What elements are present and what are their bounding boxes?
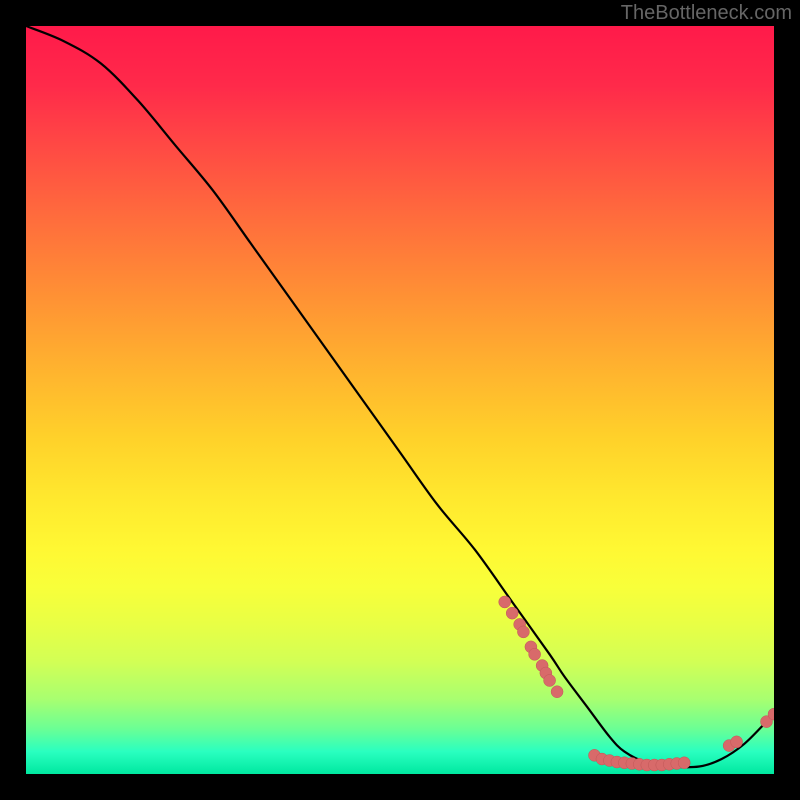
scatter-point xyxy=(551,686,563,698)
scatter-point xyxy=(731,736,743,748)
bottleneck-curve xyxy=(26,26,774,767)
chart-svg xyxy=(26,26,774,774)
watermark-text: TheBottleneck.com xyxy=(621,2,792,25)
scatter-point xyxy=(499,596,511,608)
scatter-point xyxy=(678,757,690,769)
scatter-point xyxy=(506,607,518,619)
chart-area xyxy=(26,26,774,774)
scatter-points xyxy=(499,596,774,771)
scatter-point xyxy=(544,675,556,687)
scatter-point xyxy=(517,626,529,638)
scatter-point xyxy=(529,648,541,660)
